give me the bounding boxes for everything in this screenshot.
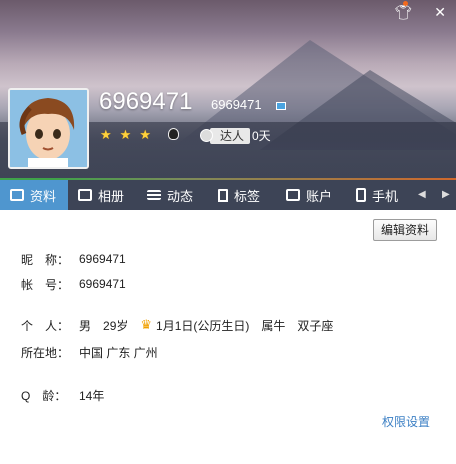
tab-overflow [424,180,456,210]
account-row: 帐 号： 6969471 [21,276,126,292]
profile-card-icon [10,189,24,201]
nickname-row: 昵 称： 6969471 [21,251,126,267]
photo-album-icon [78,189,92,201]
tab-tags[interactable]: 标签 [208,180,276,210]
birthday-value: 1月1日(公历生日) [156,318,250,333]
tab-scroll-right-icon[interactable]: ▶ [442,189,450,200]
star-icon: ★ [139,127,151,142]
permission-settings-link[interactable]: 权限设置 [382,413,430,430]
tab-label: 动态 [167,188,194,204]
personal-label: 个 人： [21,318,70,333]
account-label: 帐 号： [21,277,70,292]
level-stars[interactable]: ★ ★ ★ [100,127,151,143]
tab-label: 资料 [30,188,57,204]
account-value: 6969471 [79,277,126,291]
tab-bar: 资料 相册 动态 标签 账户 手机 [0,180,456,210]
talent-avatar-icon [200,129,213,142]
avatar-image [10,90,87,167]
qq-vip-icon[interactable] [276,102,286,110]
profile-details: 编辑资料 昵 称： 6969471 帐 号： 6969471 个 人： 男 29… [0,210,456,464]
personal-row: 个 人： 男 29岁 ♛ 1月1日(公历生日) 属牛 双子座 [21,317,333,333]
talent-badge[interactable]: 达人 [210,128,251,144]
briefcase-icon [286,189,300,201]
nickname-value: 6969471 [79,252,126,266]
crown-icon: ♛ [140,317,153,332]
tab-account[interactable]: 账户 [276,180,346,210]
avatar[interactable] [8,88,89,169]
tab-label: 手机 [372,188,399,204]
star-icon: ★ [100,127,112,142]
star-icon: ★ [119,127,132,142]
talent-days: 0天 [252,129,271,143]
age-value: 29岁 [103,318,129,333]
location-label: 所在地： [21,345,70,360]
phone-icon [356,188,366,202]
skin-shirt-icon[interactable]: 👕︎ [394,1,412,20]
constellation-value: 双子座 [297,318,334,333]
tab-label: 相册 [98,188,125,204]
location-value: 中国 广东 广州 [79,345,158,360]
qage-label: Q 龄： [21,388,67,403]
qq-penguin-icon[interactable] [168,128,179,140]
tab-phone[interactable]: 手机 [346,180,424,210]
profile-nickname: 6969471 [99,88,193,115]
qage-row: Q 龄： 14年 [21,387,104,403]
tab-profile[interactable]: 资料 [0,180,68,210]
window-controls: 👕︎ ✕ [394,1,446,20]
gender-value: 男 [79,318,92,333]
bookmark-icon [218,188,228,202]
zodiac-value: 属牛 [261,318,286,333]
tab-label: 标签 [234,188,261,204]
qq-number: 6969471 [211,97,262,112]
edit-profile-button[interactable]: 编辑资料 [373,219,437,241]
talent-label: 达人 [220,129,245,143]
tab-label: 账户 [306,188,333,204]
nickname-label: 昵 称： [21,252,70,267]
tab-album[interactable]: 相册 [68,180,137,210]
qage-value: 14年 [79,388,105,403]
feed-list-icon [147,190,161,200]
tab-feed[interactable]: 动态 [137,180,208,210]
location-row: 所在地： 中国 广东 广州 [21,344,158,360]
close-icon[interactable]: ✕ [434,4,446,20]
tab-scroll-left-icon[interactable]: ◀ [418,189,426,200]
